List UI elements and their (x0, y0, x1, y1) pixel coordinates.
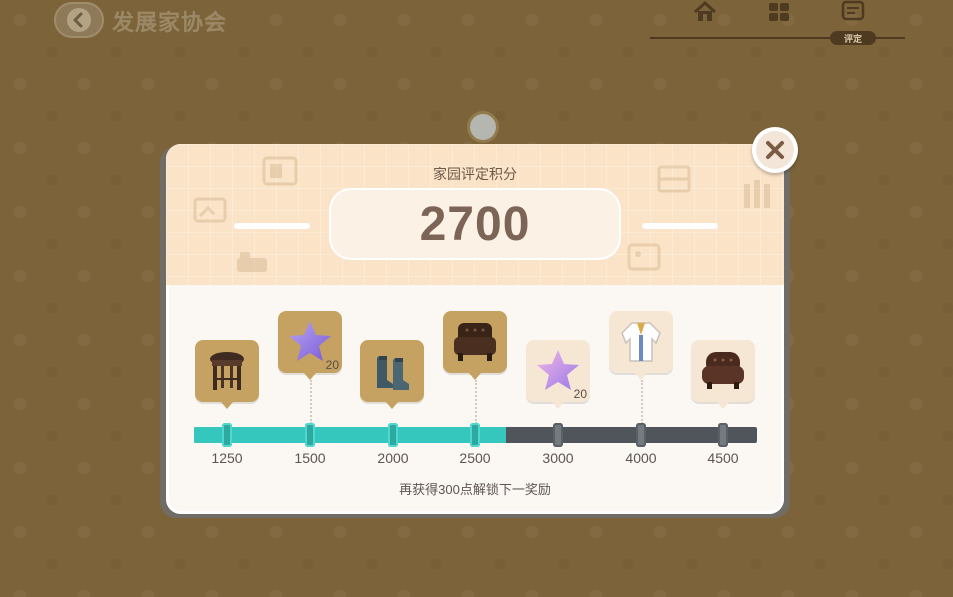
back-arrow-icon (67, 8, 91, 32)
reward-card-4000[interactable] (609, 311, 673, 380)
milestone-label: 1500 (294, 450, 326, 466)
reward-qty: 20 (573, 387, 587, 401)
score-value: 2700 (419, 197, 531, 251)
decor-easel-icon (193, 197, 227, 223)
milestone-stem (475, 380, 477, 424)
progress-fill (194, 427, 507, 443)
milestone-tick (305, 423, 315, 447)
boots-icon (377, 356, 409, 390)
reward-card-1500[interactable]: 20 (278, 311, 342, 380)
milestone-label: 3000 (542, 450, 574, 466)
rating-score-modal: 家园评定积分 2700 20 20 1250 1500 2000 2500 30… (166, 144, 784, 514)
decor-bed-icon (237, 252, 267, 272)
milestone-tick (470, 423, 480, 447)
decor-picture-icon (627, 243, 661, 271)
milestone-label: 4500 (707, 450, 739, 466)
rating-icon[interactable] (840, 0, 866, 24)
close-icon (756, 131, 794, 169)
title-dash-right (642, 223, 718, 229)
milestone-tick (222, 423, 232, 447)
reward-card-3000[interactable]: 20 (526, 340, 590, 409)
reward-qty: 20 (325, 358, 339, 372)
milestone-label: 1250 (211, 450, 243, 466)
tab-rating-label[interactable]: 评定 (830, 31, 876, 45)
reward-card-2000[interactable] (360, 340, 424, 409)
milestone-tick (718, 423, 728, 447)
background-decoration (470, 114, 496, 140)
page-title: 发展家协会 (112, 10, 228, 35)
modal-header: 家园评定积分 2700 (166, 144, 784, 285)
jacket-icon (621, 322, 661, 362)
close-button[interactable] (752, 127, 798, 173)
grid-icon[interactable] (766, 0, 792, 24)
home-icon[interactable] (692, 0, 718, 24)
milestone-tick (636, 423, 646, 447)
reward-card-2500[interactable] (443, 311, 507, 380)
stool-icon (210, 352, 244, 390)
modal-title: 家园评定积分 (433, 166, 517, 182)
reward-card-1250[interactable] (195, 340, 259, 409)
leather-armchair-icon (702, 352, 744, 389)
milestone-tick (553, 423, 563, 447)
milestone-label: 2500 (459, 450, 491, 466)
title-dash-left (234, 223, 310, 229)
milestone-label: 4000 (625, 450, 657, 466)
back-button[interactable] (54, 2, 104, 38)
milestone-label: 2000 (377, 450, 409, 466)
milestone-stem (310, 380, 312, 424)
leather-armchair-icon (454, 323, 496, 361)
next-reward-hint: 再获得300点解锁下一奖励 (399, 482, 551, 497)
milestone-stem (641, 380, 643, 424)
reward-card-4500[interactable] (691, 340, 755, 409)
score-box: 2700 (331, 190, 619, 258)
milestone-tick (388, 423, 398, 447)
